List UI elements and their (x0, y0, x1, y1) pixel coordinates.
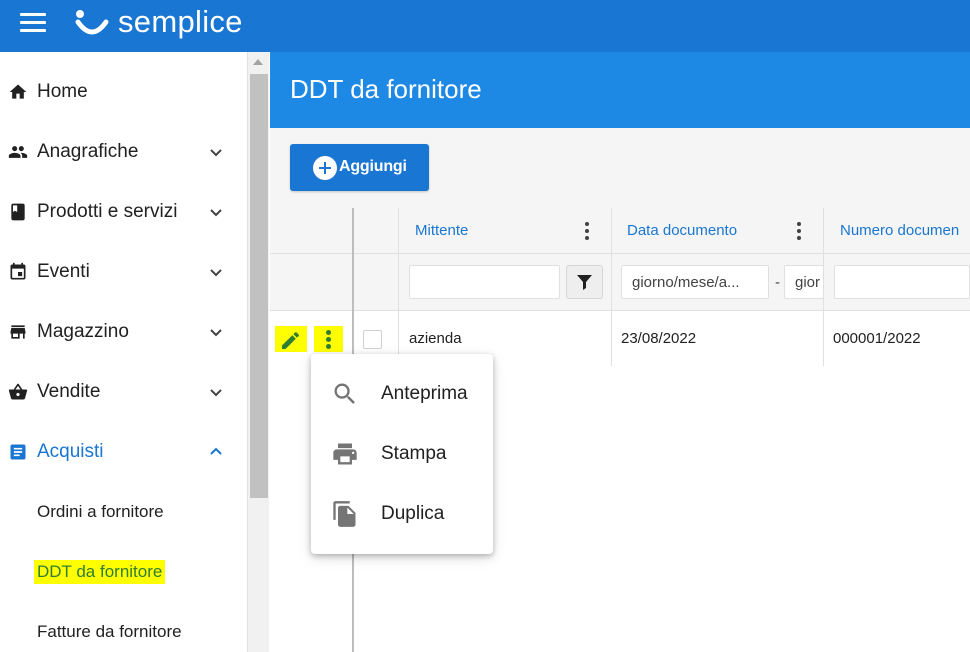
chevron-down-icon (210, 269, 222, 277)
sidebar-subitem-label: Fatture da fornitore (37, 622, 182, 641)
brand-name: semplice (118, 4, 243, 39)
warehouse-icon (10, 325, 26, 339)
sidebar-item-label: Magazzino (37, 321, 129, 342)
scrollbar-thumb[interactable] (250, 74, 268, 498)
sidebar-scrollbar[interactable] (247, 52, 269, 652)
column-header-data-documento[interactable]: Data documento (627, 222, 737, 239)
cell-mittente: azienda (409, 330, 462, 347)
list-icon (10, 444, 26, 460)
date-range-separator: - (775, 274, 780, 291)
sidebar-item-label: Eventi (37, 261, 90, 282)
numero-filter-input[interactable] (834, 265, 970, 299)
people-icon (8, 146, 28, 158)
row-select-checkbox[interactable] (363, 330, 382, 349)
sidebar-item-acquisti[interactable]: Acquisti (0, 432, 247, 472)
sidebar-item-eventi[interactable]: Eventi (0, 252, 247, 292)
sidebar-subitem-fatture-da-fornitore[interactable]: Fatture da fornitore (0, 612, 247, 652)
sidebar-item-label: Vendite (37, 381, 101, 402)
add-button-label: Aggiungi (339, 158, 407, 175)
menu-item-anteprima[interactable]: Anteprima (311, 367, 493, 421)
search-icon (334, 383, 355, 404)
edit-button[interactable] (275, 326, 307, 352)
add-button[interactable]: Aggiungi (290, 144, 429, 191)
sidebar-subitem-label: Ordini a fornitore (37, 502, 164, 521)
chevron-down-icon (210, 329, 222, 337)
scroll-up-arrow-icon[interactable] (253, 59, 263, 65)
menu-item-label: Duplica (381, 503, 445, 524)
date-to-filter-input[interactable]: gior (784, 265, 824, 299)
column-header-mittente[interactable]: Mittente (415, 222, 468, 239)
row-actions-menu: Anteprima Stampa Duplica (311, 354, 493, 554)
cell-numero-documento: 000001/2022 (833, 330, 921, 347)
column-menu-icon[interactable] (584, 222, 590, 240)
sidebar-item-prodotti-e-servizi[interactable]: Prodotti e servizi (0, 192, 247, 232)
sidebar-item-label: Home (37, 81, 88, 102)
sidebar-item-anagrafiche[interactable]: Anagrafiche (0, 132, 247, 172)
cell-data-documento: 23/08/2022 (621, 330, 697, 347)
logo-mark-icon (75, 10, 109, 35)
more-vert-icon (314, 326, 343, 349)
sidebar-item-label: Anagrafiche (37, 141, 139, 162)
print-icon (333, 443, 357, 465)
sidebar: Home Anagrafiche Prodotti e servizi Even… (0, 52, 247, 652)
date-from-filter-input[interactable]: giorno/mese/a... (621, 265, 769, 299)
grid-header-row: Mittente Data documento Numero documen (270, 208, 970, 254)
sidebar-subitem-ordini-a-fornitore[interactable]: Ordini a fornitore (0, 492, 247, 532)
column-header-numero-documento[interactable]: Numero documen (840, 222, 959, 239)
basket-icon (8, 383, 28, 400)
menu-item-stampa[interactable]: Stampa (311, 427, 493, 481)
column-menu-icon[interactable] (796, 222, 802, 240)
page-title: DDT da fornitore (290, 74, 482, 104)
filter-icon (577, 275, 592, 290)
sidebar-subitem-ddt-da-fornitore[interactable]: DDT da fornitore (0, 552, 247, 592)
pencil-icon (282, 332, 299, 349)
menu-item-duplica[interactable]: Duplica (311, 487, 493, 541)
more-actions-button[interactable] (314, 326, 343, 352)
top-app-bar: semplice (0, 0, 970, 52)
chevron-up-icon (210, 447, 222, 455)
sidebar-item-magazzino[interactable]: Magazzino (0, 312, 247, 352)
menu-icon[interactable] (20, 13, 46, 35)
add-circle-icon (313, 156, 337, 180)
sidebar-item-label: Prodotti e servizi (37, 201, 178, 222)
copy-icon (333, 501, 356, 527)
page-header: DDT da fornitore (270, 52, 970, 128)
sidebar-item-label: Acquisti (37, 441, 104, 462)
sidebar-subitem-label: DDT da fornitore (34, 560, 166, 584)
chevron-down-icon (210, 389, 222, 397)
mittente-filter-input[interactable] (409, 265, 560, 299)
book-icon (11, 203, 25, 221)
filter-button[interactable] (566, 265, 603, 299)
sidebar-item-vendite[interactable]: Vendite (0, 372, 247, 412)
sidebar-item-home[interactable]: Home (0, 72, 247, 112)
chevron-down-icon (210, 149, 222, 157)
menu-item-label: Anteprima (381, 383, 468, 404)
menu-item-label: Stampa (381, 443, 447, 464)
home-icon (9, 84, 27, 99)
calendar-icon (10, 262, 26, 280)
brand-logo[interactable]: semplice (74, 2, 243, 42)
toolbar: Aggiungi (270, 128, 970, 208)
chevron-down-icon (210, 209, 222, 217)
